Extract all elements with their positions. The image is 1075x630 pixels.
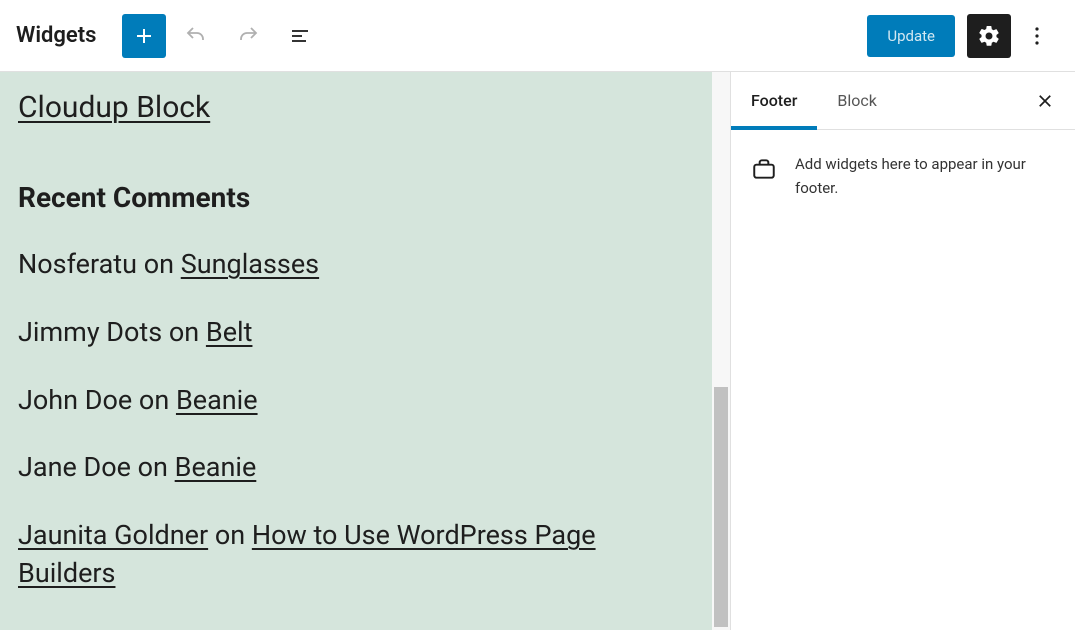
- comment-author: John Doe: [18, 384, 132, 416]
- sidebar-description: Add widgets here to appear in your foote…: [795, 152, 1055, 200]
- recent-comments-heading: Recent Comments: [18, 181, 694, 214]
- recent-comments-list: Nosferatu on Sunglasses Jimmy Dots on Bel…: [18, 246, 694, 593]
- comment-connector: on: [162, 316, 206, 348]
- page-title: Widgets: [16, 23, 96, 48]
- kebab-icon: [1025, 24, 1049, 48]
- top-toolbar: Widgets Update: [0, 0, 1075, 72]
- undo-button[interactable]: [174, 14, 218, 58]
- tab-block[interactable]: Block: [817, 72, 896, 129]
- widget-canvas[interactable]: Cloudup Block Recent Comments Nosferatu …: [0, 72, 712, 630]
- comment-post-link[interactable]: Sunglasses: [181, 248, 319, 280]
- comment-connector: on: [137, 248, 181, 280]
- more-options-button[interactable]: [1015, 14, 1059, 58]
- comment-author: Jane Doe: [18, 451, 131, 483]
- briefcase-icon: [751, 156, 777, 182]
- cloudup-link[interactable]: Cloudup Block: [18, 90, 210, 125]
- comment-item: Jaunita Goldner on How to Use WordPress …: [18, 517, 694, 593]
- settings-button[interactable]: [967, 14, 1011, 58]
- comment-author: Jimmy Dots: [18, 316, 162, 348]
- comment-post-link[interactable]: Belt: [206, 316, 253, 348]
- cloudup-link-wrap: Cloudup Block: [18, 90, 694, 125]
- comment-connector: on: [131, 451, 175, 483]
- list-view-icon: [288, 24, 312, 48]
- widget-area-icon: [751, 156, 777, 182]
- update-button[interactable]: Update: [867, 15, 955, 57]
- scrollbar-thumb[interactable]: [714, 387, 728, 627]
- plus-icon: [132, 24, 156, 48]
- toolbar-left: Widgets: [16, 14, 322, 58]
- comment-author: Nosferatu: [18, 248, 137, 280]
- comment-author-link[interactable]: Jaunita Goldner: [18, 519, 208, 551]
- sidebar-panel: Add widgets here to appear in your foote…: [731, 130, 1075, 222]
- settings-sidebar: Footer Block Add widgets here to appear …: [730, 72, 1075, 630]
- add-block-button[interactable]: [122, 14, 166, 58]
- comment-item: Nosferatu on Sunglasses: [18, 246, 694, 284]
- canvas-wrap: Cloudup Block Recent Comments Nosferatu …: [0, 72, 730, 630]
- gear-icon: [977, 24, 1001, 48]
- redo-icon: [236, 24, 260, 48]
- redo-button[interactable]: [226, 14, 270, 58]
- close-icon: [1036, 92, 1054, 110]
- sidebar-tabs: Footer Block: [731, 72, 1075, 130]
- comment-connector: on: [132, 384, 176, 416]
- list-view-button[interactable]: [278, 14, 322, 58]
- comment-item: Jane Doe on Beanie: [18, 449, 694, 487]
- tab-footer[interactable]: Footer: [731, 72, 817, 129]
- undo-icon: [184, 24, 208, 48]
- comment-item: John Doe on Beanie: [18, 382, 694, 420]
- editor-body: Cloudup Block Recent Comments Nosferatu …: [0, 72, 1075, 630]
- comment-item: Jimmy Dots on Belt: [18, 314, 694, 352]
- close-sidebar-button[interactable]: [1025, 72, 1065, 129]
- comment-post-link[interactable]: Beanie: [176, 384, 258, 416]
- scrollbar-track[interactable]: [712, 72, 730, 630]
- comment-post-link[interactable]: Beanie: [175, 451, 257, 483]
- comment-connector: on: [208, 519, 252, 551]
